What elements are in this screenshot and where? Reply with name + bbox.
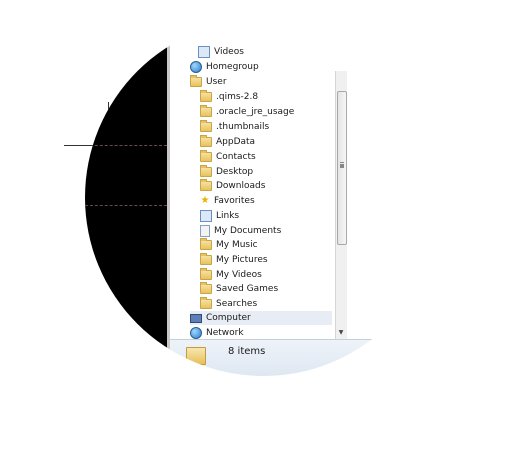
tree-item-label: Favorites	[214, 196, 255, 206]
tree-item-computer[interactable]: Computer	[190, 311, 332, 325]
tree-item-my-videos[interactable]: My Videos	[200, 268, 262, 282]
folder-icon	[200, 179, 212, 191]
tree-item-label: My Documents	[214, 226, 282, 236]
tree-item-label: Network	[206, 328, 244, 338]
tree-item-desktop[interactable]: Desktop	[200, 165, 253, 179]
tree-item-label: Desktop	[216, 167, 254, 177]
tree-item-my-music[interactable]: My Music	[200, 238, 258, 252]
tree-item-videos[interactable]: Videos	[198, 45, 244, 59]
tree-item-appdata[interactable]: AppData	[200, 135, 255, 149]
tree-item-network[interactable]: Network	[190, 326, 244, 340]
status-bar: 8 items	[170, 339, 442, 376]
homegroup-icon	[190, 61, 202, 73]
tree-item-label: Saved Games	[216, 284, 279, 294]
folder-icon	[200, 105, 212, 117]
computer-icon	[190, 313, 202, 323]
left-panel	[85, 19, 167, 376]
tree-item-label: My Videos	[216, 270, 262, 280]
tree-item-label: Homegroup	[206, 62, 259, 72]
folder-icon	[200, 268, 212, 280]
tree-item-contacts[interactable]: Contacts	[200, 150, 256, 164]
video-library-icon	[198, 46, 210, 58]
tree-item-my-documents[interactable]: My Documents	[200, 224, 281, 238]
navigation-pane: Videos Homegroup User .qims-2.8 .oracle_…	[170, 19, 332, 339]
guide-line-top	[85, 145, 167, 146]
tree-item-label: .thumbnails	[216, 122, 270, 132]
folder-icon	[200, 282, 212, 294]
folder-icon	[200, 165, 212, 177]
item-count: 8 items	[228, 346, 266, 357]
tree-item-label: Links	[216, 211, 240, 221]
folder-icon	[200, 297, 212, 309]
star-icon: ★	[200, 195, 210, 206]
tree-item-oracle-jre-usage[interactable]: .oracle_jre_usage	[200, 105, 294, 119]
tree-item-label: AppData	[216, 137, 256, 147]
tree-item-downloads[interactable]: Downloads	[200, 179, 265, 193]
tree-item-my-pictures[interactable]: My Pictures	[200, 253, 268, 267]
tree-item-user[interactable]: User	[190, 75, 227, 89]
tree-item-label: Downloads	[216, 181, 266, 191]
folder-icon	[200, 120, 212, 132]
scroll-thumb[interactable]	[337, 91, 347, 245]
tree-item-saved-games[interactable]: Saved Games	[200, 282, 278, 296]
tree-item-label: .oracle_jre_usage	[216, 107, 295, 117]
guide-line-bottom	[85, 205, 167, 206]
doc-icon	[200, 225, 210, 237]
user-folder-icon	[190, 75, 202, 87]
folder-icon	[200, 253, 212, 265]
scroll-down-arrow-icon[interactable]: ▼	[337, 329, 345, 337]
tree-item-label: My Pictures	[216, 255, 268, 265]
tree-item-links[interactable]: Links	[200, 209, 239, 223]
tree-item-label: My Music	[216, 240, 258, 250]
folder-icon	[200, 135, 212, 147]
folder-icon	[200, 238, 212, 250]
tree-item-homegroup[interactable]: Homegroup	[190, 60, 259, 74]
folder-icon	[200, 150, 212, 162]
tree-item-label: Searches	[216, 299, 258, 309]
tree-item-label: Contacts	[216, 152, 256, 162]
tree-item-favorites[interactable]: ★ Favorites	[200, 194, 255, 208]
tree-item-label: .qims-2.8	[216, 92, 259, 102]
tree-item-label: Videos	[214, 47, 244, 57]
folder-icon	[200, 90, 212, 102]
tree-item-thumbnails[interactable]: .thumbnails	[200, 120, 269, 134]
folder-icon	[186, 347, 206, 365]
tree-item-qims[interactable]: .qims-2.8	[200, 90, 258, 104]
tree-item-label: User	[206, 77, 227, 87]
link-icon	[200, 210, 212, 222]
magnifier-lens: Videos Homegroup User .qims-2.8 .oracle_…	[85, 19, 442, 376]
tree-item-searches[interactable]: Searches	[200, 297, 257, 311]
grip-icon	[340, 162, 344, 164]
tree-item-label: Computer	[206, 313, 251, 323]
network-icon	[190, 327, 202, 339]
nav-scrollbar[interactable]: ▼	[335, 71, 347, 339]
